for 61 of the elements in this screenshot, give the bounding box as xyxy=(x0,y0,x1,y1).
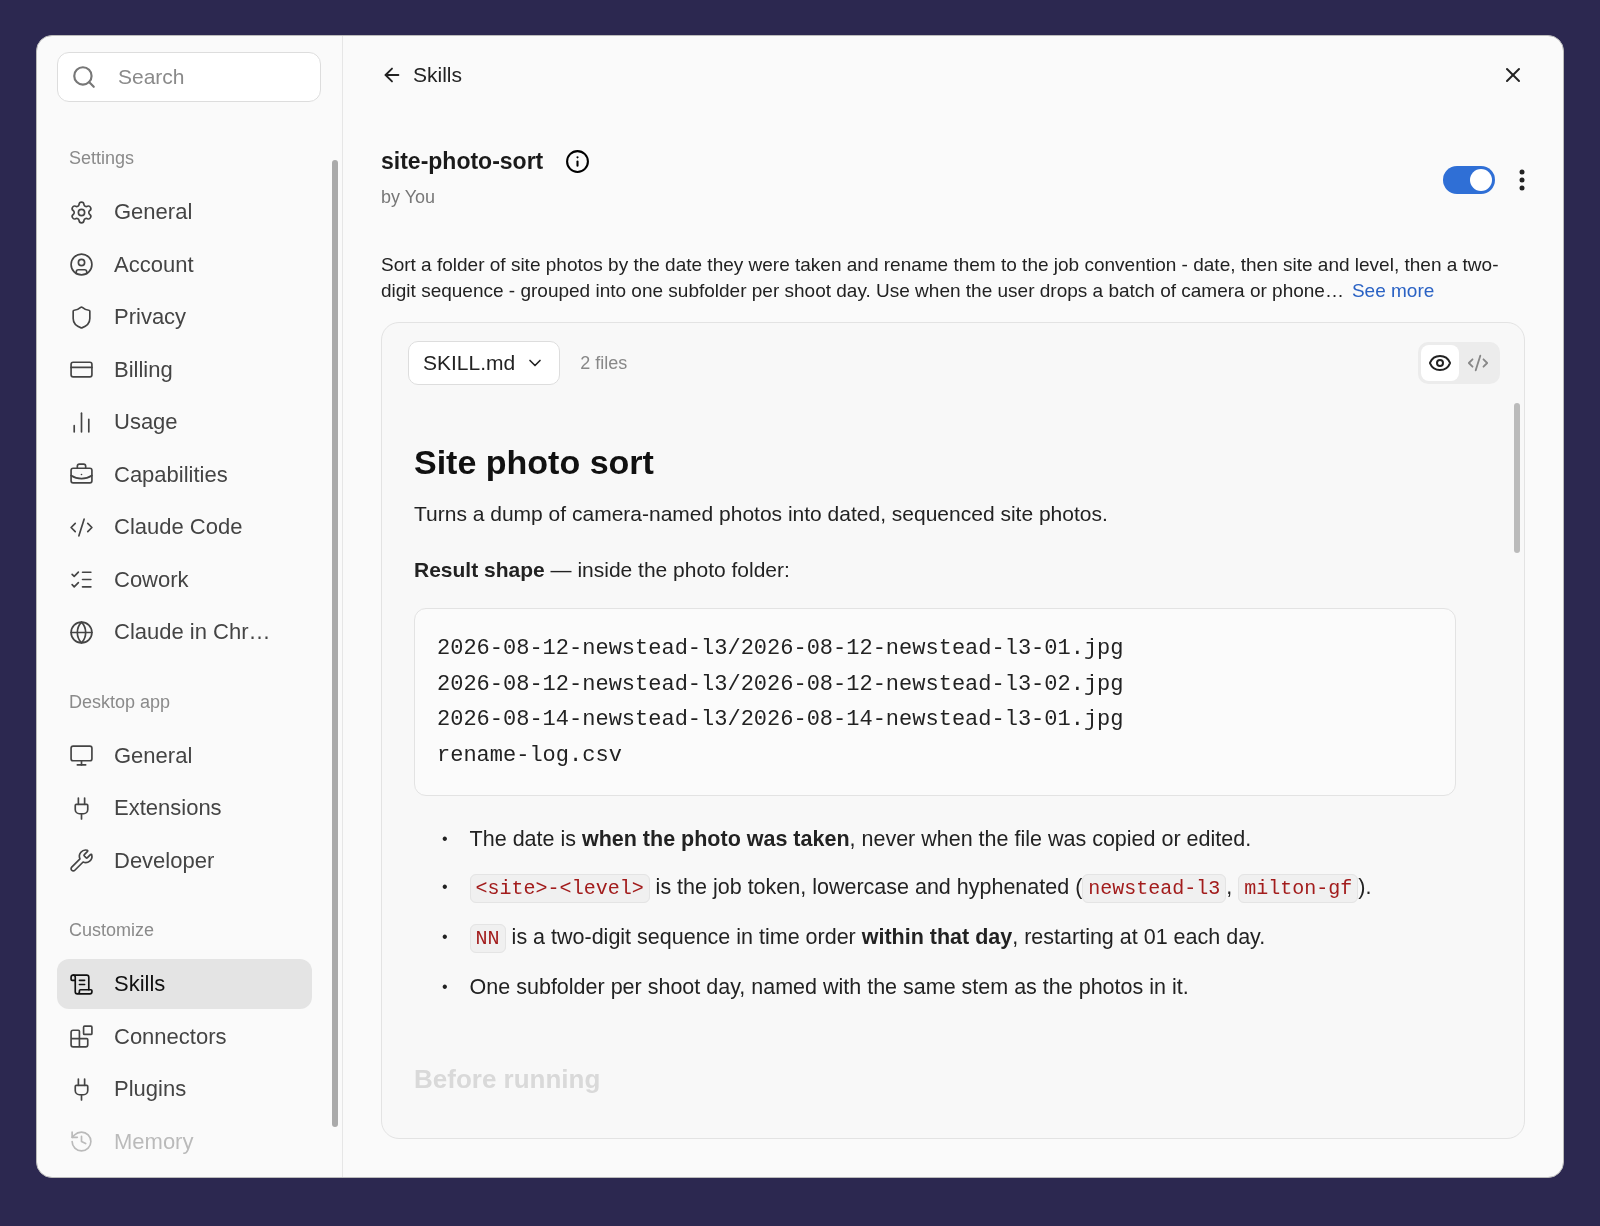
sidebar-item[interactable]: Claude in Chr… xyxy=(57,607,312,657)
file-count: 2 files xyxy=(580,352,628,374)
scrollbar[interactable] xyxy=(1514,403,1520,553)
skill-name: site-photo-sort xyxy=(381,148,544,175)
file-dropdown[interactable]: SKILL.md xyxy=(408,341,561,385)
document-intro: Turns a dump of camera-named photos into dated, sequenced site photos. xyxy=(414,502,1109,526)
sidebar-item[interactable]: Plugins xyxy=(57,1064,312,1114)
monitor-icon xyxy=(69,743,94,768)
sidebar-item[interactable]: Usage xyxy=(57,397,312,447)
info-icon[interactable] xyxy=(565,149,591,174)
sidebar-item[interactable]: Account xyxy=(57,239,312,290)
globe-icon xyxy=(69,619,94,645)
code-icon xyxy=(1467,352,1489,374)
search-field[interactable]: Search xyxy=(57,52,321,102)
inline-code: NN xyxy=(469,924,506,953)
search-icon xyxy=(71,64,97,90)
section-title: Customize xyxy=(68,919,156,942)
inline-code: newstead-l3 xyxy=(1082,874,1227,903)
code-block: 2026-08-12-newstead-l3/2026-08-12-newstead-l3-01.jpg 2026-08-12-newstead-l3/2026-08-12-newstead-l3-02.jpg 2026-08-14-newstead-l3/2026-08-14-newstead-l3-01.jpg rename-log.csv xyxy=(414,608,1456,796)
more-button[interactable] xyxy=(1519,169,1525,191)
bullet-text: <site>-<level> is the job token, lowercase and hyphenated ( newstead-l3 , milton-gf ). xyxy=(469,866,1400,910)
bullet-text: NN is a two-digit sequence in time order within that day, restarting at 01 each day. xyxy=(469,916,1400,960)
shield-icon xyxy=(69,304,94,330)
briefcase-icon xyxy=(69,462,94,487)
bullet-marker: • xyxy=(442,977,448,997)
skill-author: by You xyxy=(381,187,437,208)
sidebar-item[interactable]: Privacy xyxy=(57,292,312,342)
sidebar-item[interactable]: Connectors xyxy=(57,1011,312,1062)
section-title: Desktop app xyxy=(68,690,172,714)
see-more-link[interactable]: See more xyxy=(1351,280,1435,301)
sidebar-item[interactable]: General xyxy=(57,730,312,781)
bullet-text: One subfolder per shoot day, named with the same stem as the photos in it. xyxy=(469,974,1190,1001)
enable-toggle[interactable] xyxy=(1443,166,1495,194)
blocks-icon xyxy=(69,1024,94,1049)
result-text: Result shape — inside the photo folder: xyxy=(414,558,791,582)
bullet-marker: • xyxy=(442,877,448,897)
sidebar-item[interactable]: Extensions xyxy=(57,783,312,833)
scrollbar[interactable] xyxy=(332,160,338,1127)
inline-code: milton-gf xyxy=(1238,874,1359,903)
sidebar-item[interactable]: Billing xyxy=(57,344,312,395)
sidebar-item[interactable]: Claude Code xyxy=(57,502,312,552)
bullet-text: The date is when the photo was taken, never when the file was copied or edited. xyxy=(469,826,1253,853)
sidebar-item[interactable]: Developer xyxy=(57,835,312,886)
scroll-icon xyxy=(69,971,94,997)
sidebar-item[interactable]: Capabilities xyxy=(57,449,312,500)
sidebar-item[interactable]: Skills xyxy=(57,959,312,1009)
document-heading: Site photo sort xyxy=(414,443,655,482)
history-icon xyxy=(69,1129,94,1154)
wrench-icon xyxy=(69,848,94,873)
bullet-marker: • xyxy=(442,927,448,947)
more-icon xyxy=(1519,169,1525,191)
sidebar-item[interactable]: Cowork xyxy=(57,554,312,605)
inline-code: <site>-<level> xyxy=(469,874,650,903)
sidebar-item[interactable]: General xyxy=(57,187,312,237)
preview-button[interactable] xyxy=(1421,345,1459,381)
skill-description: Sort a folder of site photos by the date they were taken and rename them to the job convention - date, then site and level, then a two-digit sequence - grouped into one subfolder per shoot day. Use when the user drops a batch of camera or phone… See more xyxy=(381,253,1500,303)
section-title: Settings xyxy=(68,147,136,170)
back-button[interactable]: Skills xyxy=(381,63,462,87)
gear-icon xyxy=(69,199,94,225)
person-circle-icon xyxy=(69,252,94,277)
bullet-marker: • xyxy=(442,829,448,849)
